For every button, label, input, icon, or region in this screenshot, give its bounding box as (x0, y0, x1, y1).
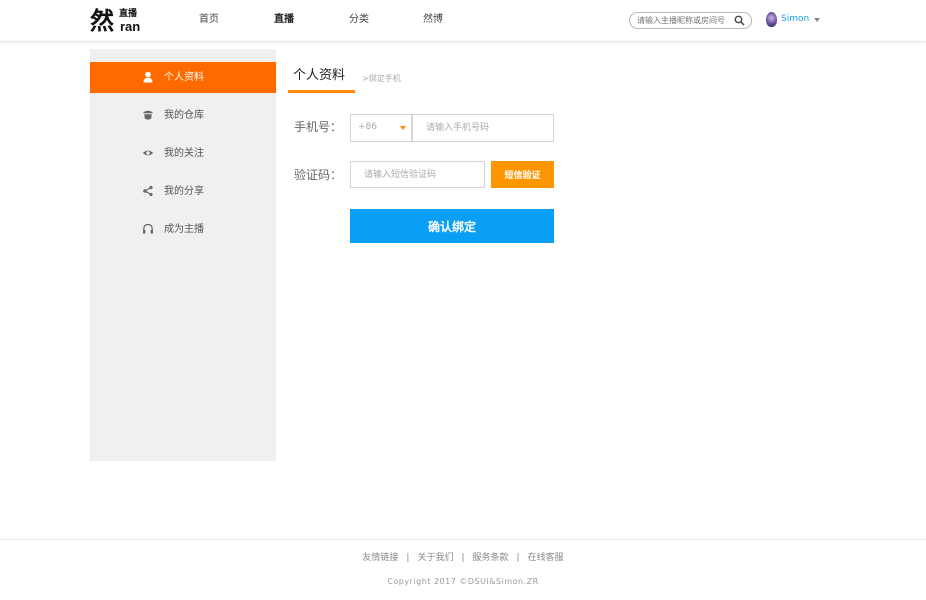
country-code-value: +86 (358, 122, 377, 132)
logo-english: ran (120, 19, 141, 34)
chevron-down-icon (814, 18, 820, 22)
footer-link-terms[interactable]: 服务条款 (473, 553, 509, 563)
avatar (766, 12, 777, 27)
sidebar-item-warehouse[interactable]: 我的仓库 (90, 100, 276, 131)
nav-live[interactable]: 直播 (274, 13, 294, 27)
confirm-bind-button[interactable]: 确认绑定 (350, 209, 554, 243)
sidebar-item-label: 个人资料 (164, 72, 204, 83)
eye-icon (142, 150, 154, 156)
title-underline (288, 90, 355, 93)
sidebar-item-label: 成为主播 (164, 224, 204, 235)
footer-separator: | (516, 553, 520, 563)
phone-label: 手机号： (294, 120, 343, 134)
share-icon (143, 185, 153, 197)
copyright: Copyright 2017 ©DSUI&Simon.ZR (387, 577, 539, 586)
sidebar-item-profile[interactable]: 个人资料 (90, 62, 276, 93)
logo-mark: 然 (90, 7, 114, 35)
verification-code-input[interactable] (350, 161, 485, 188)
sidebar-item-label: 我的关注 (164, 148, 204, 159)
search-input[interactable] (637, 14, 733, 27)
code-label: 验证码： (294, 168, 343, 182)
chevron-down-icon (400, 126, 406, 130)
nav-category[interactable]: 分类 (349, 13, 369, 27)
nav-ranbo[interactable]: 然博 (423, 13, 443, 27)
top-header: 然 直播 ran 首页 直播 分类 然博 Simon (0, 0, 926, 42)
brand-logo[interactable]: 然 直播 ran (90, 6, 146, 36)
sidebar-item-label: 我的仓库 (164, 110, 204, 121)
page-title: 个人资料 (293, 68, 346, 83)
headphones-icon (143, 223, 153, 234)
country-code-select[interactable]: +86 (350, 114, 412, 142)
logo-subtitle: 直播 (119, 9, 138, 19)
footer-link-about[interactable]: 关于我们 (417, 553, 453, 563)
nav-home[interactable]: 首页 (199, 13, 219, 27)
warehouse-icon (143, 110, 153, 120)
username: Simon (781, 14, 810, 24)
footer-links: 友情链接 | 关于我们 | 服务条款 | 在线客服 (0, 552, 926, 565)
sidebar-item-become-host[interactable]: 成为主播 (90, 214, 276, 245)
search-icon[interactable] (734, 15, 745, 26)
sms-verify-button[interactable]: 短信验证 (491, 161, 554, 188)
sidebar-item-share[interactable]: 我的分享 (90, 176, 276, 207)
footer-divider (0, 539, 926, 540)
breadcrumb: >绑定手机 (362, 74, 401, 83)
sidebar: 个人资料 我的仓库 我的关注 我的分享 成为主播 (90, 49, 276, 461)
sidebar-item-label: 我的分享 (164, 186, 204, 197)
footer-separator: | (406, 553, 410, 563)
footer-link-support[interactable]: 在线客服 (528, 553, 564, 563)
footer-link-friends[interactable]: 友情链接 (362, 553, 398, 563)
phone-input[interactable] (412, 114, 554, 142)
search-box (629, 12, 752, 29)
sidebar-item-following[interactable]: 我的关注 (90, 138, 276, 169)
footer-separator: | (461, 553, 465, 563)
user-icon (143, 71, 153, 83)
